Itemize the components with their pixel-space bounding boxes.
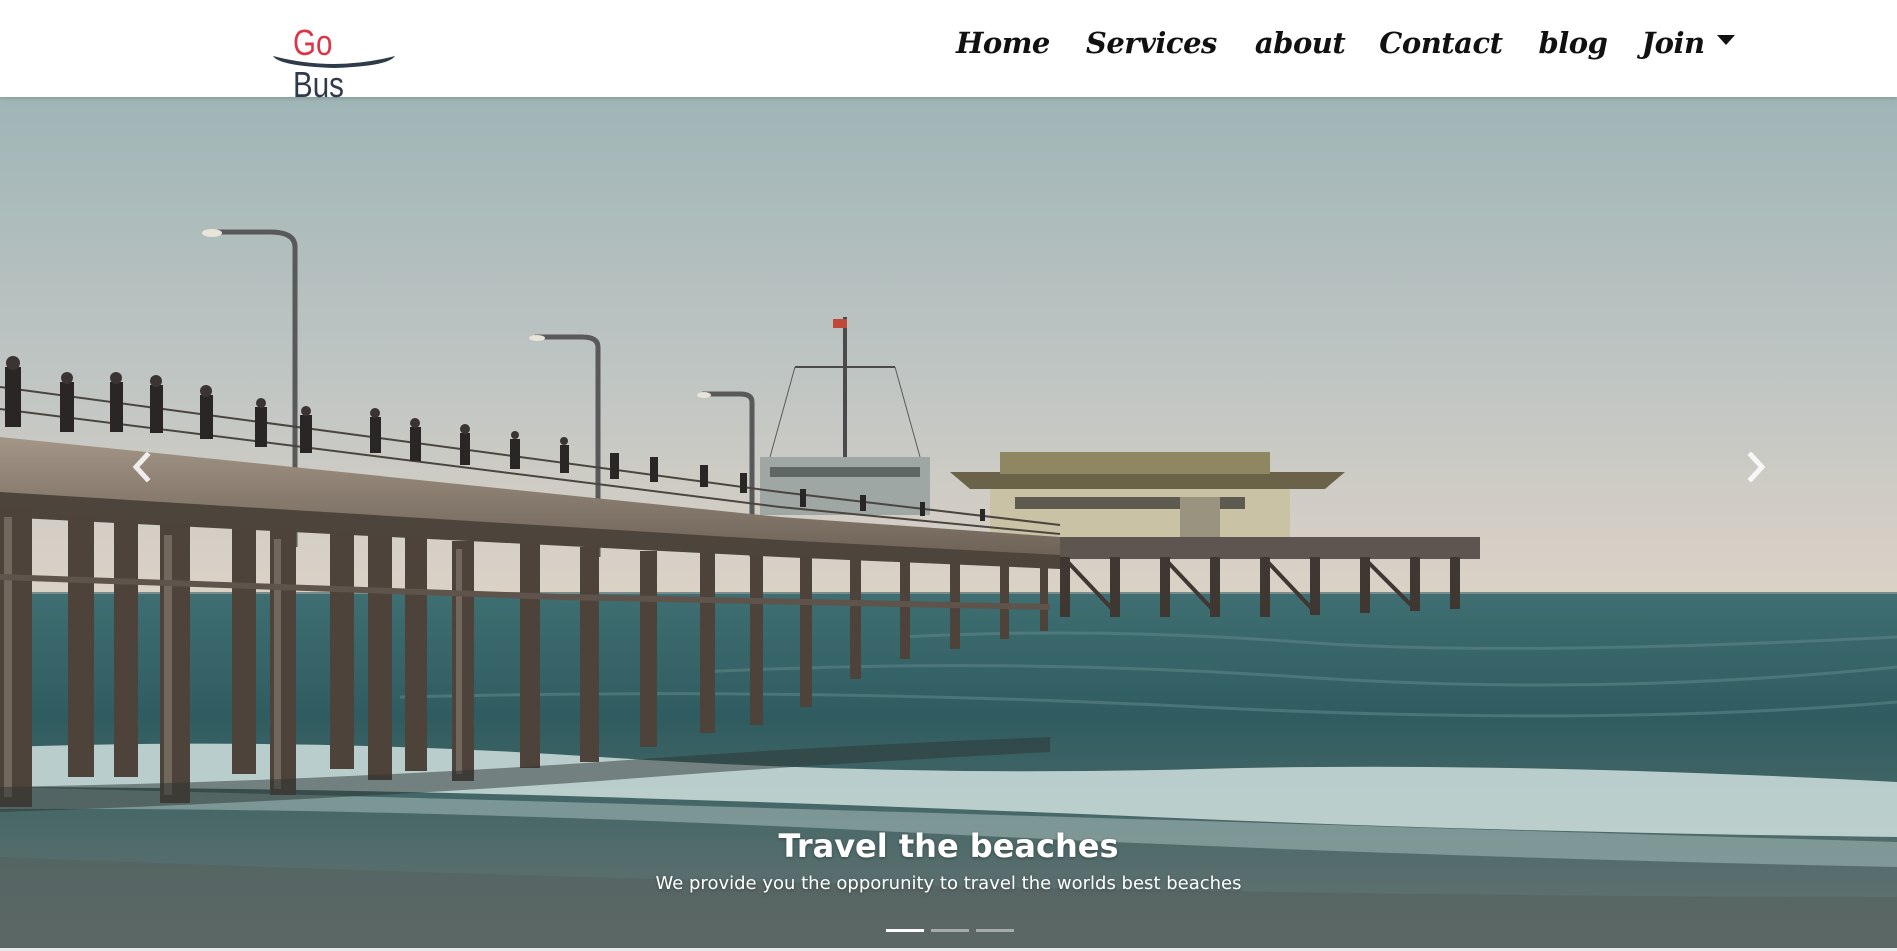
hero-carousel: Travel the beaches We provide you the op… [0,97,1897,948]
nav-link-services[interactable]: Services [1086,26,1217,60]
carousel-prev-button[interactable] [112,437,172,497]
nav-link-about[interactable]: about [1255,26,1346,60]
carousel-next-button[interactable] [1726,437,1786,497]
caret-down-icon [1716,35,1735,45]
carousel-indicator-2[interactable] [931,929,969,932]
nav-link-blog[interactable]: blog [1539,26,1608,60]
nav-menu: Home Services about Contact blog Join [956,18,1735,68]
slide-caption: Travel the beaches We provide you the op… [0,825,1897,897]
navbar: Go Bus Home Services about Contact blog … [0,0,1897,105]
nav-link-contact[interactable]: Contact [1379,26,1503,60]
brand-logo[interactable]: Go Bus [271,20,397,105]
brand-name: Go Bus [293,22,378,106]
chevron-left-icon [132,452,151,482]
nav-join-label: Join [1641,26,1705,60]
slide-image [0,97,1897,948]
carousel-indicator-1[interactable] [886,929,924,932]
slide-title: Travel the beaches [778,827,1119,865]
carousel-indicator-3[interactable] [976,929,1014,932]
nav-dropdown-join[interactable]: Join [1641,26,1735,60]
brand-go: Go [293,22,333,63]
nav-link-home[interactable]: Home [956,26,1050,60]
carousel-indicators [886,929,1014,932]
slide-text: We provide you the opporunity to travel … [655,873,1242,894]
chevron-right-icon [1747,452,1766,482]
brand-bus: Bus [293,64,344,105]
